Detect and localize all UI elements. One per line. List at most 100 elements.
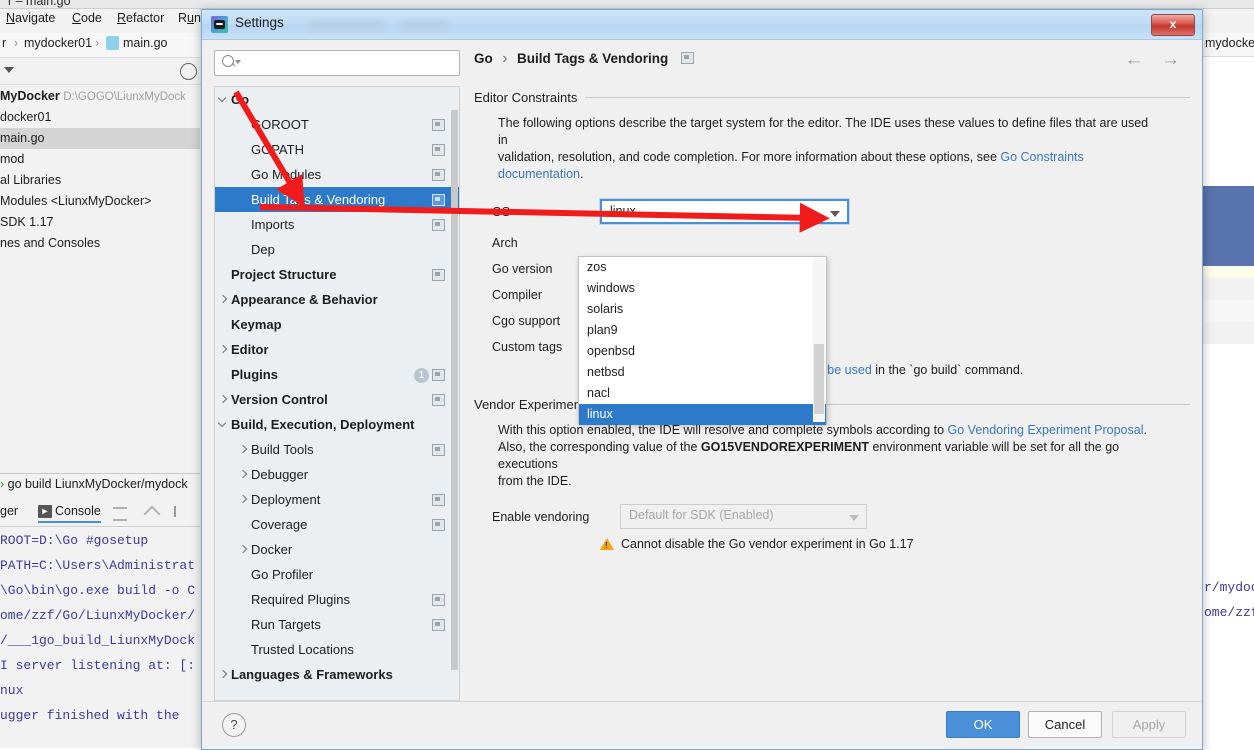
settings-tree-item-debugger[interactable]: Debugger xyxy=(215,462,459,487)
settings-tree-item-go[interactable]: Go xyxy=(215,87,459,112)
settings-tree-item-languages-frameworks[interactable]: Languages & Frameworks xyxy=(215,662,459,687)
menu-code[interactable]: Code xyxy=(72,11,102,25)
settings-tree-item-coverage[interactable]: Coverage xyxy=(215,512,459,537)
copy-settings-path-icon[interactable] xyxy=(432,169,445,181)
os-option-zos[interactable]: zos xyxy=(579,257,826,278)
os-option-windows[interactable]: windows xyxy=(579,278,826,299)
copy-settings-path-icon[interactable] xyxy=(432,394,445,406)
ide-crumb-2[interactable]: main.go xyxy=(123,36,167,50)
settings-tree-item-keymap[interactable]: Keymap xyxy=(215,312,459,337)
os-dropdown-scrollbar[interactable] xyxy=(813,258,825,422)
settings-tree-scrollbar[interactable] xyxy=(451,88,458,699)
ide-tree-label: mod xyxy=(0,152,24,166)
settings-tree-item-build-tools[interactable]: Build Tools xyxy=(215,437,459,462)
settings-tree-item-version-control[interactable]: Version Control xyxy=(215,387,459,412)
help-button[interactable]: ? xyxy=(222,713,246,737)
os-combobox-chevron-down-icon[interactable] xyxy=(824,202,846,221)
settings-tree-item-go-modules[interactable]: Go Modules xyxy=(215,162,459,187)
search-filter-chevron-icon[interactable] xyxy=(235,60,241,64)
copy-settings-path-icon[interactable] xyxy=(432,494,445,506)
settings-tree-item-project-structure[interactable]: Project Structure xyxy=(215,262,459,287)
ide-tree-row[interactable]: Modules <LiunxMyDocker> xyxy=(0,191,200,212)
os-option-openbsd[interactable]: openbsd xyxy=(579,341,826,362)
os-option-netbsd[interactable]: netbsd xyxy=(579,362,826,383)
os-option-plan9[interactable]: plan9 xyxy=(579,320,826,341)
apply-button[interactable]: Apply xyxy=(1112,711,1186,738)
chevron-down-icon[interactable] xyxy=(217,418,230,431)
ide-tree-row[interactable]: main.go xyxy=(0,128,200,149)
copy-settings-path-icon[interactable] xyxy=(432,519,445,531)
copy-settings-path-icon[interactable] xyxy=(432,144,445,156)
os-option-linux[interactable]: linux xyxy=(579,404,826,425)
ide-crumb-0[interactable]: r xyxy=(2,36,6,50)
copy-settings-path-icon[interactable] xyxy=(432,219,445,231)
settings-tree-item-appearance-behavior[interactable]: Appearance & Behavior xyxy=(215,287,459,312)
settings-tree-item-go-profiler[interactable]: Go Profiler xyxy=(215,562,459,587)
ide-right-console: r/mydoc ome/zzf xyxy=(1200,344,1254,748)
settings-tree[interactable]: GoGOROOTGOPATHGo ModulesBuild Tags & Ven… xyxy=(214,86,460,701)
ide-tree-row[interactable]: nes and Consoles xyxy=(0,233,200,254)
cancel-button[interactable]: Cancel xyxy=(1028,711,1102,738)
copy-settings-path-icon[interactable] xyxy=(432,444,445,456)
chevron-right-icon[interactable] xyxy=(237,543,250,556)
settings-tree-item-run-targets[interactable]: Run Targets xyxy=(215,612,459,637)
copy-settings-path-icon[interactable] xyxy=(432,119,445,131)
chevron-right-icon[interactable] xyxy=(217,393,230,406)
os-combobox[interactable]: linux xyxy=(600,199,849,224)
chevron-right-icon[interactable] xyxy=(217,668,230,681)
os-dropdown-list[interactable]: zoswindowssolarisplan9openbsdnetbsdnacll… xyxy=(578,256,827,424)
settings-tree-item-dep[interactable]: Dep xyxy=(215,237,459,262)
chevron-right-icon[interactable] xyxy=(217,343,230,356)
ide-tree-row[interactable]: al Libraries xyxy=(0,170,200,191)
settings-tree-item-imports[interactable]: Imports xyxy=(215,212,459,237)
menu-run[interactable]: Run xyxy=(178,11,201,25)
ide-tree-row[interactable]: docker01 xyxy=(0,107,200,128)
settings-tree-item-gopath[interactable]: GOPATH xyxy=(215,137,459,162)
scroll-down-icon[interactable] xyxy=(174,506,176,517)
ide-tree-row[interactable]: MyDocker D:\GOGO\LiunxMyDock xyxy=(0,86,200,107)
copy-settings-path-icon[interactable] xyxy=(681,52,694,64)
settings-tree-item-plugins[interactable]: Plugins1 xyxy=(215,362,459,387)
chevron-right-icon[interactable] xyxy=(217,293,230,306)
ide-tree-row[interactable]: SDK 1.17 xyxy=(0,212,200,233)
settings-tree-item-required-plugins[interactable]: Required Plugins xyxy=(215,587,459,612)
chevron-down-icon[interactable] xyxy=(217,93,230,106)
menu-navigate[interactable]: Navigate xyxy=(6,11,55,25)
chevron-down-icon[interactable] xyxy=(4,67,14,73)
dialog-titlebar[interactable]: Settings x xyxy=(202,10,1202,40)
settings-tree-item-goroot[interactable]: GOROOT xyxy=(215,112,459,137)
chevron-right-icon[interactable] xyxy=(237,468,250,481)
os-option-nacl[interactable]: nacl xyxy=(579,383,826,404)
settings-tree-item-deployment[interactable]: Deployment xyxy=(215,487,459,512)
locate-icon[interactable] xyxy=(180,63,197,80)
search-box[interactable] xyxy=(214,50,460,76)
tab-console[interactable]: ►Console xyxy=(38,504,101,523)
breadcrumb-root[interactable]: Go xyxy=(474,51,493,66)
menu-refactor[interactable]: Refactor xyxy=(117,11,164,25)
settings-tree-item-build-tags-vendoring[interactable]: Build Tags & Vendoring xyxy=(215,187,459,212)
soft-wrap-icon[interactable] xyxy=(113,507,127,521)
ide-tree-row[interactable]: mod xyxy=(0,149,200,170)
tab-debugger[interactable]: ger xyxy=(0,504,18,518)
scroll-up-icon[interactable] xyxy=(144,506,161,523)
ide-crumb-1[interactable]: mydocker01 xyxy=(24,36,92,50)
forward-arrow-icon[interactable]: → xyxy=(1161,50,1180,69)
settings-tree-item-docker[interactable]: Docker xyxy=(215,537,459,562)
settings-tree-item-build-execution-deployment[interactable]: Build, Execution, Deployment xyxy=(215,412,459,437)
chevron-right-icon[interactable] xyxy=(237,493,250,506)
vendor-warning-text: Cannot disable the Go vendor experiment … xyxy=(621,537,914,551)
search-input[interactable] xyxy=(243,53,447,73)
copy-settings-path-icon[interactable] xyxy=(432,194,445,206)
os-option-solaris[interactable]: solaris xyxy=(579,299,826,320)
chevron-right-icon[interactable] xyxy=(237,443,250,456)
copy-settings-path-icon[interactable] xyxy=(432,619,445,631)
back-arrow-icon[interactable]: ← xyxy=(1125,50,1144,69)
go-vendoring-proposal-link[interactable]: Go Vendoring Experiment Proposal xyxy=(948,423,1144,437)
close-button[interactable]: x xyxy=(1151,14,1195,36)
copy-settings-path-icon[interactable] xyxy=(432,594,445,606)
ok-button[interactable]: OK xyxy=(946,711,1020,738)
settings-tree-item-trusted-locations[interactable]: Trusted Locations xyxy=(215,637,459,662)
copy-settings-path-icon[interactable] xyxy=(432,269,445,281)
settings-tree-item-editor[interactable]: Editor xyxy=(215,337,459,362)
copy-settings-path-icon[interactable] xyxy=(432,369,445,381)
